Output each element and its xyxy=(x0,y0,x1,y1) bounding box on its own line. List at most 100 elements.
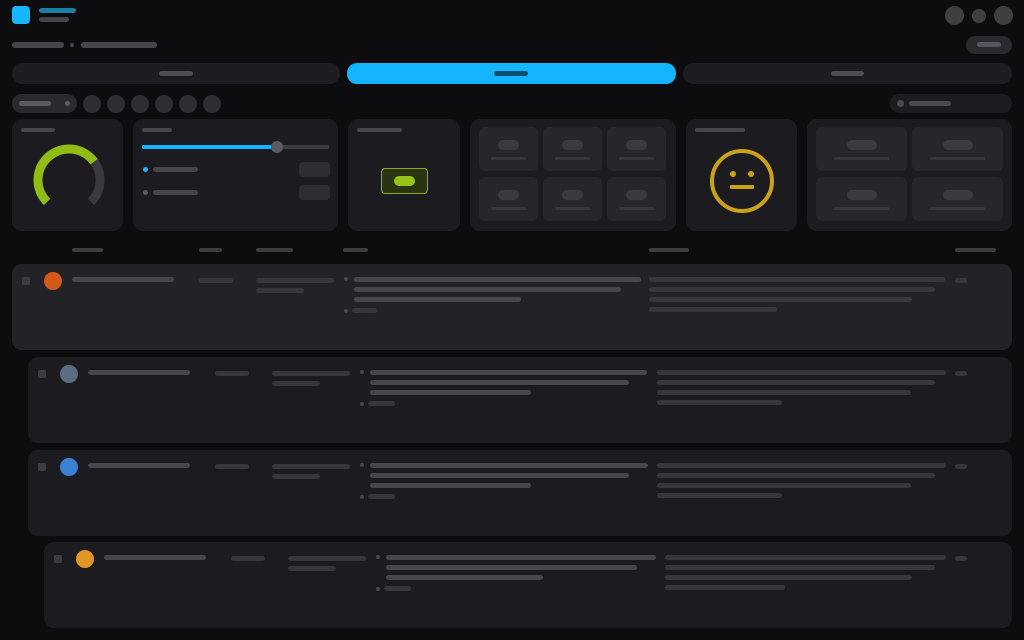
row-3-name xyxy=(88,463,190,468)
wide-tile-card xyxy=(807,119,1012,231)
wide-tile-4[interactable] xyxy=(912,177,1003,221)
status-badge[interactable] xyxy=(381,168,428,194)
settings-icon[interactable] xyxy=(994,6,1013,25)
row-3-detail-3 xyxy=(370,483,531,488)
column-header-name[interactable] xyxy=(72,248,103,252)
row-2-updated xyxy=(955,371,967,376)
face-eye-right xyxy=(748,171,754,177)
option-2-value[interactable] xyxy=(299,185,330,200)
table-row-3[interactable] xyxy=(28,450,1012,536)
app-subtitle xyxy=(39,17,69,22)
option-2-radio[interactable] xyxy=(143,190,148,195)
tab-2-label xyxy=(494,71,528,76)
filter-chip-2[interactable] xyxy=(107,95,125,113)
row-4-owner-sub xyxy=(288,566,336,571)
tile-3-value xyxy=(626,140,647,150)
filter-chip-3[interactable] xyxy=(131,95,149,113)
row-3-bullet xyxy=(360,463,364,467)
table-row-1[interactable] xyxy=(12,264,1012,350)
row-4-note-3 xyxy=(665,575,912,580)
option-1-radio[interactable] xyxy=(143,167,148,172)
breadcrumb-item-current xyxy=(81,42,157,48)
tile-5[interactable] xyxy=(543,177,602,221)
filter-chip-4[interactable] xyxy=(155,95,173,113)
slider-card-title xyxy=(142,128,172,132)
wide-tile-1[interactable] xyxy=(816,127,907,171)
row-1-checkbox[interactable] xyxy=(22,277,30,285)
table-row-4[interactable] xyxy=(44,542,1012,628)
wide-tile-3[interactable] xyxy=(816,177,907,221)
breadcrumb-separator xyxy=(70,43,74,47)
tab-1[interactable] xyxy=(12,63,340,84)
wide-tile-1-label xyxy=(834,157,889,160)
tile-1[interactable] xyxy=(479,127,538,171)
tab-2-active[interactable] xyxy=(347,63,676,84)
row-3-avatar xyxy=(60,458,78,476)
tile-3-label xyxy=(619,157,654,160)
row-2-checkbox[interactable] xyxy=(38,370,46,378)
option-1-value[interactable] xyxy=(299,162,330,177)
wide-tile-4-label xyxy=(930,207,985,210)
status-face-card xyxy=(686,119,797,231)
notification-icon[interactable] xyxy=(972,9,986,23)
row-1-owner-sub xyxy=(256,288,304,293)
tab-1-label xyxy=(159,71,193,76)
slider-card xyxy=(133,119,338,231)
tile-3[interactable] xyxy=(607,127,666,171)
filter-chip-1[interactable] xyxy=(83,95,101,113)
app-logo-icon[interactable] xyxy=(12,6,30,24)
row-2-owner xyxy=(272,371,350,376)
filter-chip-6[interactable] xyxy=(203,95,221,113)
row-2-tag xyxy=(368,401,395,406)
table-row-2[interactable] xyxy=(28,357,1012,443)
column-header-details[interactable] xyxy=(343,248,368,252)
row-4-owner xyxy=(288,556,366,561)
slider-handle[interactable] xyxy=(271,141,283,153)
row-3-owner xyxy=(272,464,350,469)
header-action-button[interactable] xyxy=(966,36,1012,54)
row-4-updated xyxy=(955,556,967,561)
filter-dropdown-label xyxy=(19,101,51,106)
tile-6[interactable] xyxy=(607,177,666,221)
wide-tile-4-value xyxy=(943,190,973,200)
tile-6-label xyxy=(619,207,654,210)
row-4-bullet xyxy=(376,555,380,559)
column-header-updated[interactable] xyxy=(955,248,996,252)
wide-tile-3-value xyxy=(847,190,877,200)
tab-3-label xyxy=(831,71,864,76)
row-2-avatar xyxy=(60,365,78,383)
filter-dropdown[interactable] xyxy=(12,94,77,113)
breadcrumb-item-root[interactable] xyxy=(12,42,64,48)
tile-4-label xyxy=(491,207,526,210)
row-4-checkbox[interactable] xyxy=(54,555,62,563)
wide-tile-2-value xyxy=(943,140,973,150)
row-4-detail-1 xyxy=(386,555,656,560)
row-4-note-2 xyxy=(665,565,935,570)
row-1-detail-2 xyxy=(354,287,621,292)
tile-4[interactable] xyxy=(479,177,538,221)
tab-3[interactable] xyxy=(683,63,1012,84)
search-input[interactable] xyxy=(890,94,1012,113)
row-1-tag-bullet xyxy=(344,309,348,313)
row-2-tag-bullet xyxy=(360,402,364,406)
filter-chip-5[interactable] xyxy=(179,95,197,113)
row-3-tag xyxy=(368,494,395,499)
column-header-notes[interactable] xyxy=(649,248,689,252)
row-1-detail-1 xyxy=(354,277,641,282)
row-4-tag xyxy=(384,586,411,591)
profile-icon[interactable] xyxy=(945,6,964,25)
row-3-note-4 xyxy=(657,493,782,498)
tile-2[interactable] xyxy=(543,127,602,171)
column-header-type[interactable] xyxy=(199,248,222,252)
row-2-bullet xyxy=(360,370,364,374)
face-outline xyxy=(710,149,774,213)
row-3-checkbox[interactable] xyxy=(38,463,46,471)
row-2-note-1 xyxy=(657,370,946,375)
row-3-tag-bullet xyxy=(360,495,364,499)
slider-fill xyxy=(142,145,276,149)
status-face-card-title xyxy=(695,128,745,132)
column-header-owner[interactable] xyxy=(256,248,293,252)
row-3-note-3 xyxy=(657,483,911,488)
wide-tile-2[interactable] xyxy=(912,127,1003,171)
tile-5-label xyxy=(555,207,590,210)
